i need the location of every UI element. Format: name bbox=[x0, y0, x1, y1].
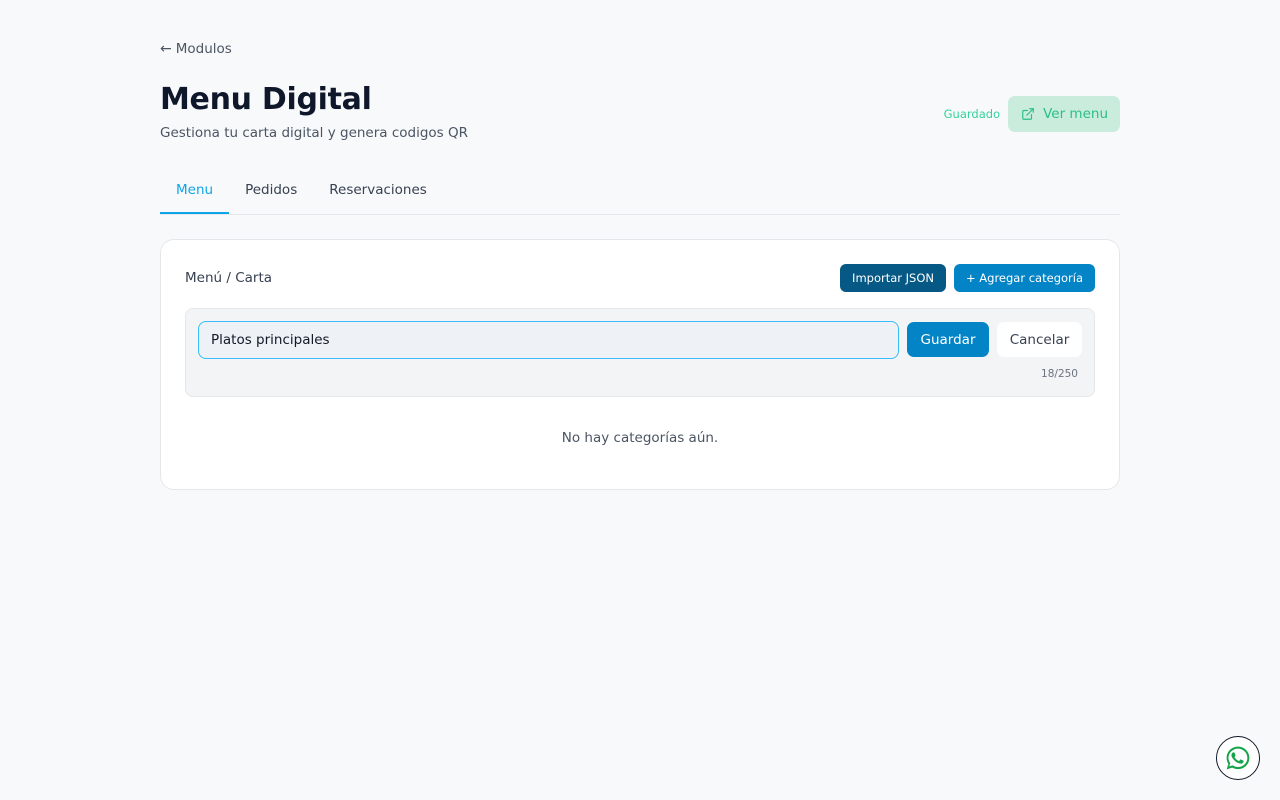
view-menu-button[interactable]: Ver menu bbox=[1008, 96, 1120, 132]
tab-pedidos[interactable]: Pedidos bbox=[229, 168, 313, 214]
page: ← Modulos Menu Digital Gestiona tu carta… bbox=[160, 0, 1120, 800]
whatsapp-button[interactable] bbox=[1216, 736, 1260, 780]
menu-card: Menú / Carta Importar JSON + Agregar cat… bbox=[160, 239, 1120, 490]
save-button[interactable]: Guardar bbox=[907, 322, 989, 357]
card-actions: Importar JSON + Agregar categoría bbox=[840, 264, 1095, 292]
save-status: Guardado bbox=[943, 107, 1001, 121]
back-link-label: Modulos bbox=[175, 41, 232, 57]
page-title: Menu Digital bbox=[160, 82, 372, 117]
cancel-button[interactable]: Cancelar bbox=[997, 322, 1082, 357]
category-editor: Guardar Cancelar 18/250 bbox=[185, 308, 1095, 397]
header-actions: Guardado Ver menu bbox=[944, 96, 1120, 132]
external-link-icon bbox=[1022, 108, 1034, 120]
arrow-left-icon: ← bbox=[160, 41, 172, 57]
add-category-button[interactable]: + Agregar categoría bbox=[954, 264, 1095, 292]
category-name-input[interactable] bbox=[198, 321, 899, 359]
empty-state-message: No hay categorías aún. bbox=[561, 430, 719, 446]
view-menu-label: Ver menu bbox=[1043, 106, 1108, 122]
tab-bar: Menu Pedidos Reservaciones bbox=[160, 168, 1120, 215]
back-link[interactable]: ← Modulos bbox=[160, 41, 232, 57]
tab-menu[interactable]: Menu bbox=[160, 168, 230, 214]
tab-reservaciones[interactable]: Reservaciones bbox=[313, 168, 443, 214]
whatsapp-icon bbox=[1226, 746, 1250, 770]
char-counter: 18/250 bbox=[1041, 368, 1078, 380]
card-title: Menú / Carta bbox=[185, 270, 273, 286]
import-json-button[interactable]: Importar JSON bbox=[840, 264, 946, 292]
page-subtitle: Gestiona tu carta digital y genera codig… bbox=[160, 125, 469, 141]
